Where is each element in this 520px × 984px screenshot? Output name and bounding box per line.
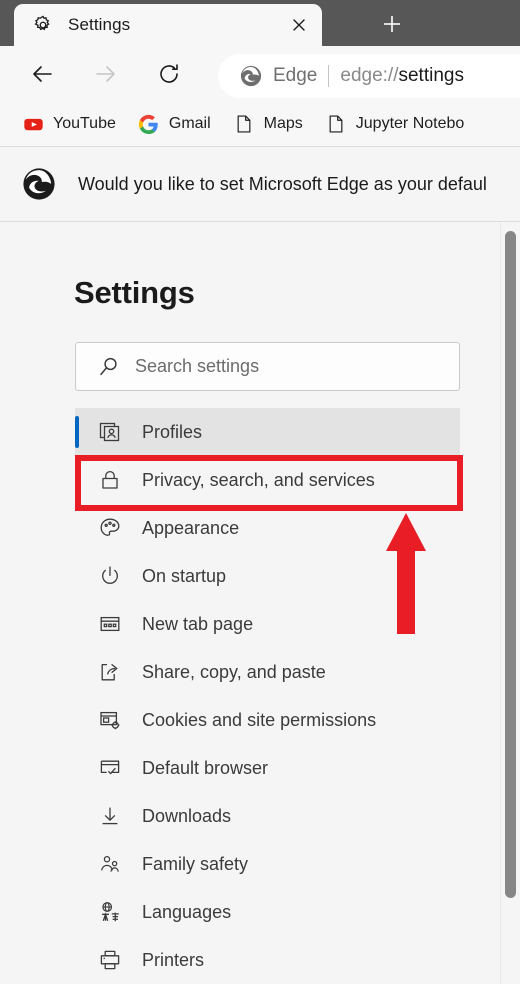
palette-icon <box>97 515 123 541</box>
share-icon <box>97 659 123 685</box>
page-icon <box>325 113 347 135</box>
sidebar-item-share-copy-and-paste[interactable]: Share, copy, and paste <box>75 648 460 696</box>
sidebar-item-label: Privacy, search, and services <box>142 469 375 490</box>
scrollbar-thumb[interactable] <box>505 231 516 898</box>
search-placeholder: Search settings <box>135 356 260 376</box>
newtab-icon <box>97 611 123 637</box>
forward-button <box>84 53 126 95</box>
default-browser-infobar: Would you like to set Microsoft Edge as … <box>0 146 520 222</box>
selection-accent-bar <box>75 416 79 448</box>
languages-icon <box>97 899 123 925</box>
lock-icon <box>97 467 123 493</box>
sidebar-item-label: Share, copy, and paste <box>142 661 326 682</box>
bookmark-label: YouTube <box>53 115 116 132</box>
sidebar-item-label: Appearance <box>142 517 240 538</box>
browser-tab-settings[interactable]: Settings <box>14 4 322 46</box>
settings-page: Settings Search settings Profiles Privac… <box>0 223 520 984</box>
close-icon[interactable] <box>282 8 316 42</box>
bookmark-maps[interactable]: Maps <box>227 108 309 140</box>
bookmarks-bar: YouTube Gmail Maps Jupyter Notebo <box>0 102 520 146</box>
omnibox-url-scheme: edge:// <box>340 65 399 86</box>
edge-logo-icon <box>22 167 56 201</box>
sidebar-item-default-browser[interactable]: Default browser <box>75 744 460 792</box>
back-button[interactable] <box>22 53 64 95</box>
sidebar-item-cookies-and-site-permissions[interactable]: Cookies and site permissions <box>75 696 460 744</box>
tab-title: Settings <box>68 15 131 34</box>
sidebar-item-label: Downloads <box>142 805 232 826</box>
bookmark-youtube[interactable]: YouTube <box>16 108 122 140</box>
printer-icon <box>97 947 123 973</box>
edge-logo-icon <box>240 65 262 87</box>
bookmark-gmail[interactable]: Gmail <box>132 108 217 140</box>
browser-window: Settings Edge edge://settings YouTube Gm… <box>0 0 520 984</box>
sidebar-item-label: Languages <box>142 901 232 922</box>
page-scrollbar[interactable] <box>500 223 520 984</box>
search-input[interactable]: Search settings <box>75 342 460 391</box>
bookmark-label: Jupyter Notebo <box>355 115 465 132</box>
infobar-message: Would you like to set Microsoft Edge as … <box>78 173 487 194</box>
bookmark-label: Gmail <box>168 115 211 132</box>
reload-button[interactable] <box>148 53 190 95</box>
sidebar-item-label: On startup <box>142 565 227 586</box>
defaultbrowser-icon <box>97 755 123 781</box>
title-bar: Settings <box>0 0 520 46</box>
sidebar-item-label: Printers <box>142 949 205 970</box>
sidebar-item-label: New tab page <box>142 613 254 634</box>
bookmark-label: Maps <box>263 115 303 132</box>
download-icon <box>97 803 123 829</box>
new-tab-button[interactable] <box>372 6 412 42</box>
power-icon <box>97 563 123 589</box>
page-title: Settings <box>74 275 195 310</box>
youtube-icon <box>22 113 44 135</box>
sidebar-item-on-startup[interactable]: On startup <box>75 552 460 600</box>
gear-icon <box>32 14 54 36</box>
family-icon <box>97 851 123 877</box>
bookmark-jupyter-notebook[interactable]: Jupyter Notebo <box>319 108 471 140</box>
sidebar-item-printers[interactable]: Printers <box>75 936 460 984</box>
omnibox-url-path: settings <box>398 65 464 86</box>
sidebar-item-label: Profiles <box>142 421 203 442</box>
cookies-icon <box>97 707 123 733</box>
sidebar-item-downloads[interactable]: Downloads <box>75 792 460 840</box>
sidebar-item-label: Default browser <box>142 757 269 778</box>
sidebar-item-privacy-search-and-services[interactable]: Privacy, search, and services <box>75 456 460 504</box>
address-bar[interactable]: Edge edge://settings <box>218 54 520 98</box>
sidebar-item-label: Cookies and site permissions <box>142 709 377 730</box>
search-icon <box>97 355 121 379</box>
settings-nav-list: Profiles Privacy, search, and services A… <box>75 408 460 984</box>
profiles-icon <box>97 419 123 445</box>
sidebar-item-new-tab-page[interactable]: New tab page <box>75 600 460 648</box>
sidebar-item-appearance[interactable]: Appearance <box>75 504 460 552</box>
omnibox-brand-label: Edge <box>273 65 318 86</box>
page-icon <box>233 113 255 135</box>
sidebar-item-languages[interactable]: Languages <box>75 888 460 936</box>
omnibox-url: edge://settings <box>340 65 464 87</box>
sidebar-item-profiles[interactable]: Profiles <box>75 408 460 456</box>
sidebar-item-family-safety[interactable]: Family safety <box>75 840 460 888</box>
sidebar-item-label: Family safety <box>142 853 249 874</box>
google-icon <box>138 113 160 135</box>
omnibox-divider <box>328 65 330 87</box>
